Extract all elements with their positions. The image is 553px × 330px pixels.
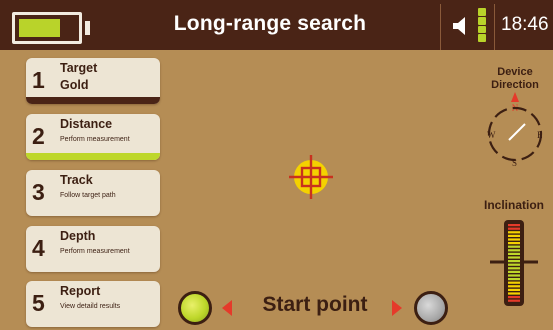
- step-report[interactable]: 5 Report View detaild results: [26, 281, 160, 327]
- inclination-tick: [508, 285, 520, 288]
- divider: [494, 4, 495, 50]
- step-target[interactable]: 1 Target Gold: [26, 58, 160, 104]
- step-status-bar: [26, 153, 160, 160]
- signal-bar: [478, 8, 486, 16]
- divider: [440, 4, 441, 50]
- step-depth[interactable]: 4 Depth Perform measurement: [26, 226, 160, 272]
- step-status-bar: [26, 97, 160, 104]
- inclination-tick: [508, 234, 520, 237]
- clock: 18:46: [501, 14, 549, 35]
- step-subtitle: Perform measurement: [60, 136, 130, 143]
- battery-cap: [85, 21, 90, 35]
- inclination-tick: [508, 281, 520, 284]
- speaker-icon[interactable]: [450, 14, 474, 38]
- battery-level-fill: [19, 19, 60, 37]
- inclination-tick: [508, 252, 520, 255]
- inclination-tick: [508, 224, 520, 227]
- step-number: 5: [32, 290, 45, 316]
- inclination-tick: [508, 227, 520, 230]
- compass-south: S: [512, 158, 517, 168]
- inclination-tick: [508, 256, 520, 259]
- inclination-tick: [508, 263, 520, 266]
- inclination-tick: [508, 288, 520, 291]
- step-title: Track: [60, 173, 93, 187]
- step-subtitle: Gold: [60, 78, 89, 92]
- compass-icon: N W E S: [487, 92, 543, 168]
- inclination-tick: [508, 260, 520, 263]
- compass-east: E: [537, 130, 543, 140]
- inclination-tick: [508, 231, 520, 234]
- compass-west: W: [487, 130, 496, 140]
- inclination-tick: [508, 296, 520, 299]
- step-subtitle: View detaild results: [60, 303, 121, 310]
- step-title: Distance: [60, 117, 113, 131]
- inclination-tick: [508, 267, 520, 270]
- step-title: Depth: [60, 229, 96, 243]
- inclination-tick: [508, 292, 520, 295]
- top-bar: Long-range search 18:46: [0, 0, 553, 50]
- step-title: Report: [60, 284, 101, 298]
- step-title: Target: [60, 61, 98, 75]
- inclination-gauge: [490, 220, 538, 306]
- signal-bar: [478, 34, 486, 42]
- battery-icon: [12, 12, 82, 44]
- start-point-green-button[interactable]: [178, 291, 212, 325]
- inclination-tick: [508, 238, 520, 241]
- step-subtitle: Follow target path: [60, 192, 116, 199]
- crosshair-target-icon: [289, 155, 333, 199]
- inclination-tick: [508, 249, 520, 252]
- page-title: Long-range search: [173, 12, 367, 35]
- signal-bar: [478, 25, 486, 34]
- step-number: 1: [32, 67, 45, 93]
- signal-strength-icon: [478, 8, 486, 42]
- start-point-label: Start point: [262, 293, 368, 316]
- step-track[interactable]: 3 Track Follow target path: [26, 170, 160, 216]
- inclination-tick: [508, 274, 520, 277]
- step-number: 4: [32, 235, 45, 261]
- inclination-tick: [508, 242, 520, 245]
- inclination-tick: [508, 270, 520, 273]
- signal-bar: [478, 16, 486, 25]
- inclination-label: Inclination: [484, 198, 544, 212]
- device-direction-label: Device Direction: [491, 66, 539, 92]
- arrow-left-icon[interactable]: [222, 300, 232, 316]
- step-number: 3: [32, 179, 45, 205]
- step-distance[interactable]: 2 Distance Perform measurement: [26, 114, 160, 160]
- inclination-tick: [508, 299, 520, 302]
- step-number: 2: [32, 123, 45, 149]
- arrow-right-icon[interactable]: [392, 300, 402, 316]
- start-point-grey-button[interactable]: [414, 291, 448, 325]
- inclination-tick: [508, 278, 520, 281]
- inclination-tick: [508, 245, 520, 248]
- step-subtitle: Perform measurement: [60, 248, 130, 255]
